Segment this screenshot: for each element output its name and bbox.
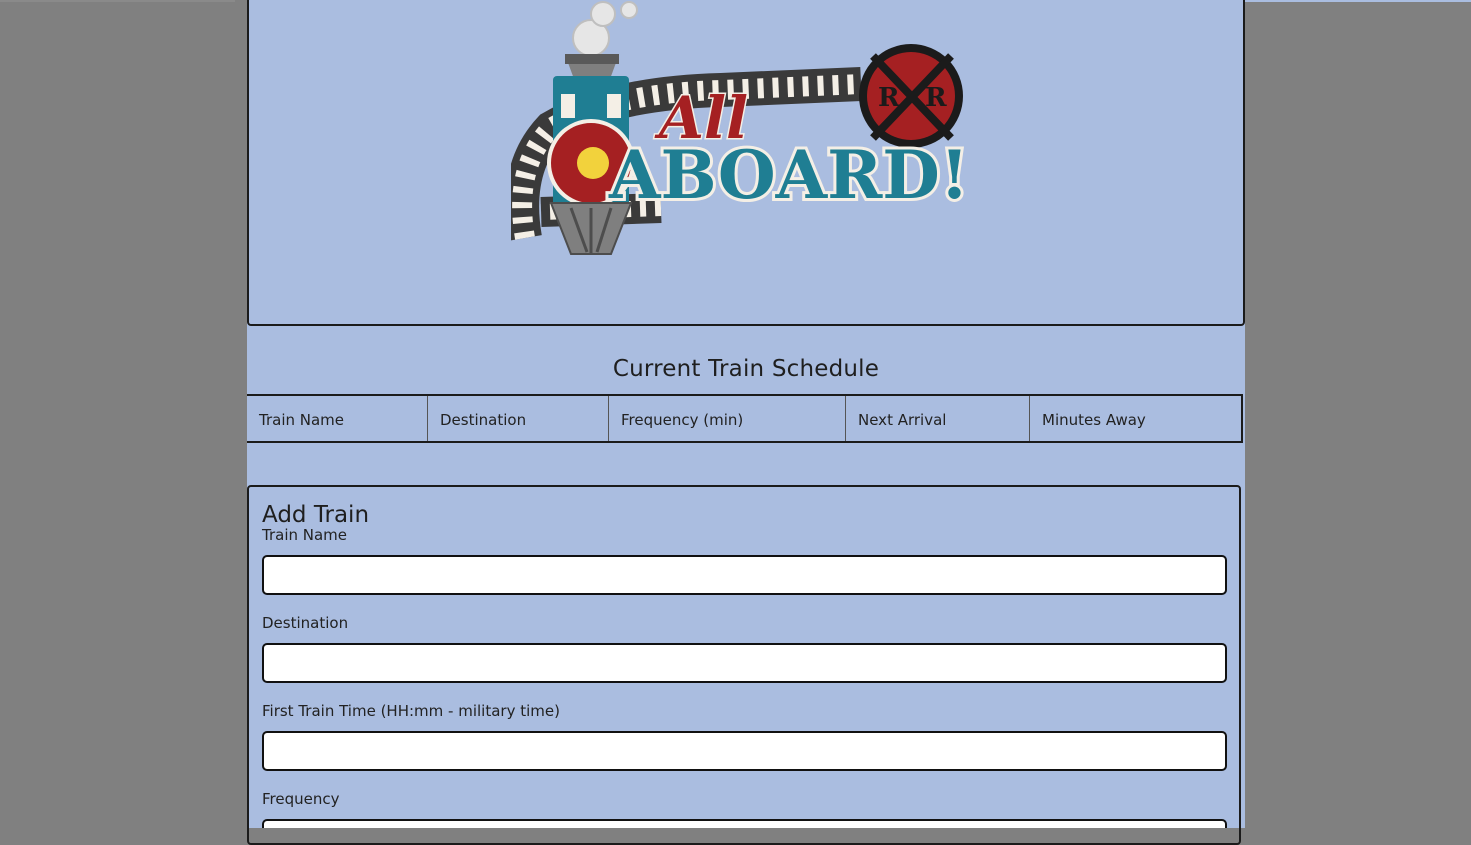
first-train-time-input[interactable] (262, 731, 1227, 771)
svg-text:R: R (925, 83, 947, 113)
top-right-strip (1245, 0, 1471, 2)
all-aboard-logo: R R All ABOARD! (511, 1, 972, 255)
header-jumbotron: R R All ABOARD! (247, 0, 1245, 326)
column-frequency: Frequency (min) (608, 396, 845, 441)
column-next-arrival: Next Arrival (845, 396, 1029, 441)
logo-aboard-text: ABOARD! (608, 136, 969, 214)
train-name-input[interactable] (262, 555, 1227, 595)
destination-label: Destination (262, 614, 349, 632)
schedule-table-header: Train Name Destination Frequency (min) N… (247, 394, 1243, 443)
frequency-input[interactable] (262, 819, 1227, 828)
frequency-label: Frequency (262, 790, 340, 808)
column-destination: Destination (427, 396, 608, 441)
column-train-name: Train Name (259, 411, 345, 429)
train-name-label: Train Name (262, 526, 348, 544)
top-left-strip (0, 0, 235, 2)
column-minutes-away: Minutes Away (1029, 396, 1241, 441)
destination-input[interactable] (262, 643, 1227, 683)
schedule-title: Current Train Schedule (612, 356, 880, 382)
crossing-sign-text: R (878, 83, 900, 113)
page-container: R R All ABOARD! Current Train Schedule T… (247, 0, 1245, 845)
first-train-time-label: First Train Time (HH:mm - military time) (262, 702, 560, 720)
add-train-title: Add Train (262, 502, 370, 528)
